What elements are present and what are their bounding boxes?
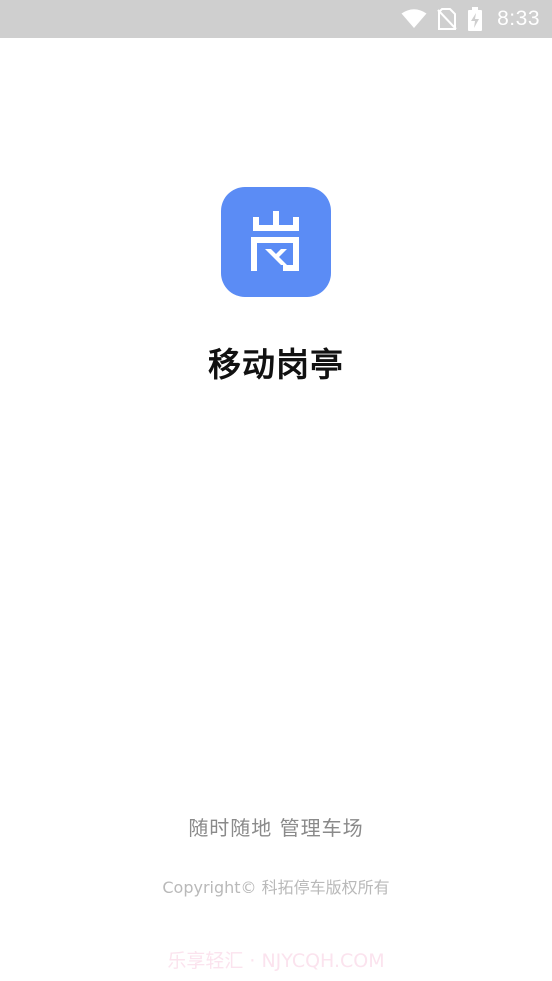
splash-screen: 8:33 移动岗亭 随时随地 管理车场 Copyright© 科拓停车版权所有 … [0, 0, 552, 981]
status-bar: 8:33 [0, 0, 552, 38]
status-time: 8:33 [497, 7, 540, 30]
no-sim-icon [437, 8, 457, 30]
battery-charging-icon [467, 7, 483, 31]
watermark-text: 乐享轻汇 · NJYCQH.COM [167, 950, 385, 972]
wifi-icon [401, 9, 427, 29]
slogan-text: 随时随地 管理车场 [188, 816, 364, 840]
app-name: 移动岗亭 [208, 345, 344, 384]
app-logo [221, 187, 331, 297]
copyright-text: Copyright© 科拓停车版权所有 [162, 878, 390, 897]
gang-character-logo-icon [251, 211, 299, 271]
